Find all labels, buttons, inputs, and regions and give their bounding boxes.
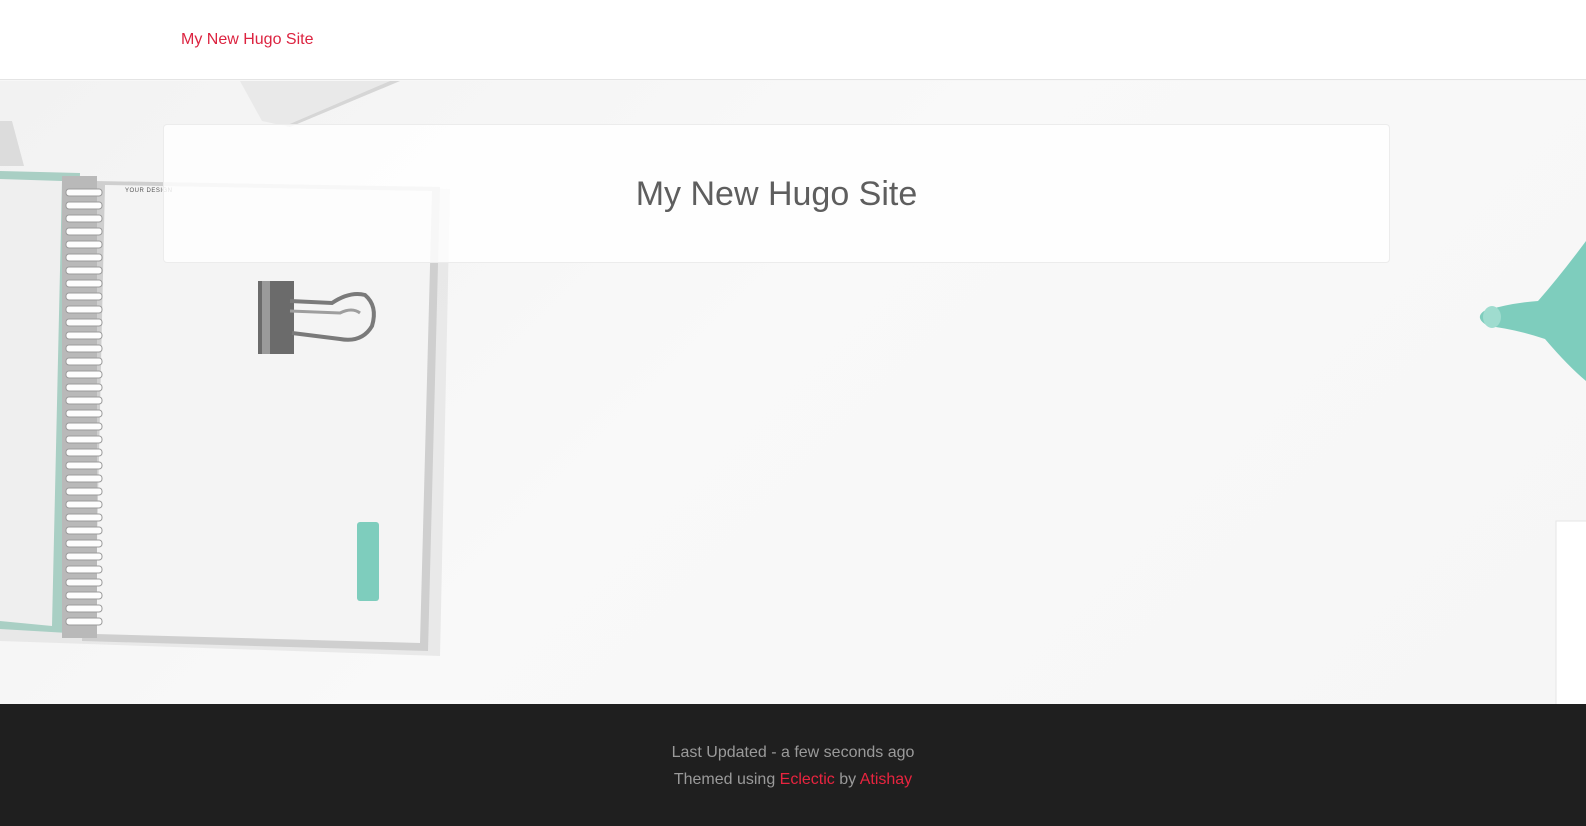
last-updated-label: Last Updated -: [671, 744, 781, 761]
author-link[interactable]: Atishay: [860, 771, 912, 788]
top-navbar: My New Hugo Site: [0, 0, 1586, 80]
last-updated-line: Last Updated - a few seconds ago: [0, 741, 1586, 765]
theme-link[interactable]: Eclectic: [780, 771, 835, 788]
theme-credit-line: Themed using Eclectic by Atishay: [0, 768, 1586, 792]
footer: Last Updated - a few seconds ago Themed …: [0, 704, 1586, 826]
page-title: My New Hugo Site: [635, 175, 918, 213]
by-label: by: [834, 771, 860, 788]
mint-eraser: [357, 522, 379, 601]
hero-section: YOUR DESIGN My New Hugo Site: [0, 81, 1586, 704]
themed-using-label: Themed using: [673, 771, 780, 788]
site-brand-link[interactable]: My New Hugo Site: [181, 29, 314, 51]
title-card: My New Hugo Site: [163, 124, 1390, 263]
last-updated-value: a few seconds ago: [780, 744, 915, 761]
